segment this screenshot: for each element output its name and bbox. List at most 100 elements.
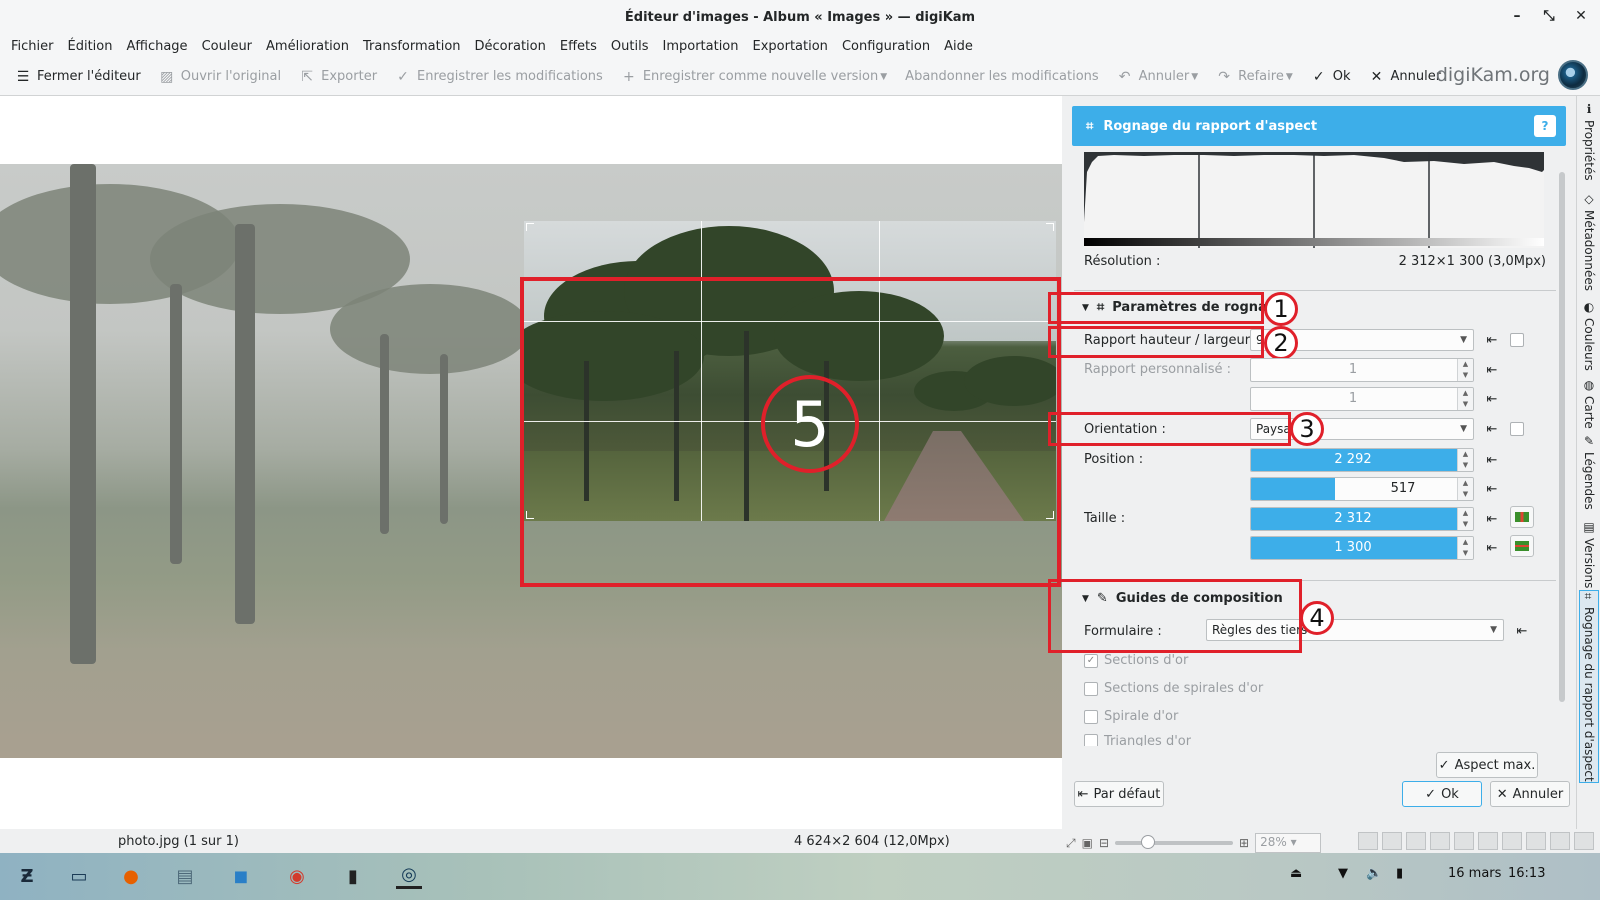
- spin-arrows-icon[interactable]: ▲ ▼: [1457, 537, 1473, 559]
- preview-mode-icon[interactable]: [1478, 832, 1498, 850]
- preview-mode-icon[interactable]: [1406, 832, 1426, 850]
- reset-icon[interactable]: ⇤: [1484, 362, 1500, 378]
- spin-arrows-icon[interactable]: ▲ ▼: [1457, 508, 1473, 530]
- file-manager-icon[interactable]: ▤: [172, 863, 198, 889]
- window-switcher-icon[interactable]: ▭: [66, 863, 92, 889]
- zoom-100-icon[interactable]: ▣: [1082, 836, 1093, 850]
- menu-importation[interactable]: Importation: [655, 39, 745, 54]
- export-button[interactable]: ⇱ Exporter: [290, 69, 386, 85]
- reset-icon[interactable]: ⇤: [1484, 391, 1500, 407]
- discard-changes-button[interactable]: Abandonner les modifications: [896, 69, 1107, 84]
- tray-expand-icon[interactable]: ⏏: [1290, 866, 1302, 881]
- menu-edition[interactable]: Édition: [61, 39, 120, 54]
- menu-couleur[interactable]: Couleur: [195, 39, 259, 54]
- center-height-button[interactable]: [1510, 535, 1534, 557]
- battery-icon[interactable]: ▮: [1396, 866, 1403, 881]
- spin-arrows-icon[interactable]: ▲ ▼: [1457, 359, 1473, 381]
- preserve-ratio-checkbox[interactable]: [1510, 333, 1524, 347]
- zoom-slider-handle[interactable]: [1141, 835, 1156, 849]
- spin-arrows-icon[interactable]: ▲ ▼: [1457, 478, 1473, 500]
- clock-time[interactable]: 16:13: [1508, 866, 1545, 881]
- minimize-icon[interactable]: –: [1508, 8, 1526, 24]
- menu-aide[interactable]: Aide: [937, 39, 980, 54]
- center-width-button[interactable]: [1510, 506, 1534, 528]
- menu-decoration[interactable]: Décoration: [468, 39, 553, 54]
- size-height-input[interactable]: 1 300 ▲ ▼: [1250, 536, 1474, 560]
- spin-arrows-icon[interactable]: ▲ ▼: [1457, 449, 1473, 471]
- toolbar-ok-button[interactable]: ✓ Ok: [1302, 69, 1360, 85]
- menu-fichier[interactable]: Fichier: [4, 39, 61, 54]
- crop-handle[interactable]: [1046, 223, 1054, 231]
- tab-properties[interactable]: ℹ Propriétés: [1579, 102, 1599, 181]
- preview-mode-icon[interactable]: [1430, 832, 1450, 850]
- auto-orientation-checkbox[interactable]: [1510, 422, 1524, 436]
- open-original-button[interactable]: ▨ Ouvrir l'original: [150, 69, 290, 85]
- image-canvas[interactable]: 5: [0, 96, 1062, 829]
- panel-scrollbar[interactable]: [1557, 152, 1567, 762]
- fit-window-icon[interactable]: ⤢: [1066, 836, 1076, 851]
- network-icon[interactable]: ▼: [1338, 866, 1348, 881]
- reset-icon[interactable]: ⇤: [1484, 481, 1500, 497]
- preview-mode-icon[interactable]: [1358, 832, 1378, 850]
- golden-sections-row[interactable]: ✓ Sections d'or: [1084, 653, 1188, 668]
- chrome-icon[interactable]: ◉: [284, 863, 310, 889]
- menu-outils[interactable]: Outils: [604, 39, 656, 54]
- save-changes-button[interactable]: ✓ Enregistrer les modifications: [386, 69, 612, 85]
- save-new-version-button[interactable]: + Enregistrer comme nouvelle version ▼: [612, 69, 896, 85]
- golden-spiral-sections-row[interactable]: Sections de spirales d'or: [1084, 681, 1263, 696]
- software-store-icon[interactable]: ◼: [228, 863, 254, 889]
- tab-captions[interactable]: ✎ Légendes: [1579, 434, 1599, 510]
- spin-arrows-icon[interactable]: ▲ ▼: [1457, 388, 1473, 410]
- preview-mode-icon[interactable]: [1454, 832, 1474, 850]
- custom-ratio-width[interactable]: 1 ▲ ▼: [1250, 358, 1474, 382]
- digikam-brand[interactable]: digiKam.org: [1436, 60, 1588, 90]
- reset-icon[interactable]: ⇤: [1514, 623, 1530, 639]
- cancel-button[interactable]: ✕ Annuler: [1490, 781, 1570, 807]
- menu-effets[interactable]: Effets: [553, 39, 604, 54]
- golden-sections-checkbox[interactable]: ✓: [1084, 653, 1098, 668]
- reset-icon[interactable]: ⇤: [1484, 511, 1500, 527]
- tab-colors[interactable]: ◐ Couleurs: [1579, 300, 1599, 371]
- color-managed-icon[interactable]: [1574, 832, 1594, 850]
- zoom-level-select[interactable]: 28% ▾: [1255, 833, 1322, 853]
- menu-affichage[interactable]: Affichage: [119, 39, 194, 54]
- tab-map[interactable]: ◍ Carte: [1579, 378, 1599, 429]
- app-launcher-icon[interactable]: Ƶ: [14, 863, 40, 889]
- size-width-input[interactable]: 2 312 ▲ ▼: [1250, 507, 1474, 531]
- zoom-out-icon[interactable]: ⊟: [1099, 836, 1109, 850]
- position-x-input[interactable]: 2 292 ▲ ▼: [1250, 448, 1474, 472]
- overexposure-icon[interactable]: [1550, 832, 1570, 850]
- firefox-icon[interactable]: ●: [118, 863, 144, 889]
- menu-amelioration[interactable]: Amélioration: [259, 39, 356, 54]
- preview-mode-icon[interactable]: [1382, 832, 1402, 850]
- menu-transformation[interactable]: Transformation: [356, 39, 468, 54]
- volume-icon[interactable]: 🔈: [1366, 866, 1382, 881]
- help-icon[interactable]: ?: [1534, 115, 1556, 137]
- reset-icon[interactable]: ⇤: [1484, 452, 1500, 468]
- undo-dropdown-icon[interactable]: ▼: [1191, 72, 1198, 82]
- redo-dropdown-icon[interactable]: ▼: [1286, 72, 1293, 82]
- tab-aspect-ratio-crop[interactable]: ⌗ Rognage du rapport d'aspect: [1579, 590, 1599, 783]
- default-button[interactable]: ⇤ Par défaut: [1074, 781, 1164, 807]
- max-aspect-button[interactable]: ✓ Aspect max.: [1436, 752, 1538, 778]
- ok-button[interactable]: ✓ Ok: [1402, 781, 1482, 807]
- dropdown-arrow-icon[interactable]: ▼: [880, 72, 887, 82]
- preview-mode-icon[interactable]: [1502, 832, 1522, 850]
- golden-triangles-checkbox[interactable]: [1084, 734, 1098, 746]
- golden-spiral-row[interactable]: Spirale d'or: [1084, 709, 1178, 724]
- tab-metadata[interactable]: ◇ Métadonnées: [1579, 192, 1599, 291]
- close-window-icon[interactable]: ✕: [1572, 8, 1590, 24]
- maximize-icon[interactable]: ⤡: [1540, 8, 1558, 24]
- zoom-slider[interactable]: [1115, 835, 1234, 849]
- redo-button[interactable]: ↷ Refaire ▼: [1207, 69, 1302, 85]
- reset-icon[interactable]: ⇤: [1484, 421, 1500, 437]
- golden-triangles-row[interactable]: Triangles d'or: [1084, 734, 1191, 746]
- menu-exportation[interactable]: Exportation: [746, 39, 835, 54]
- position-y-input[interactable]: 517 ▲ ▼: [1250, 477, 1474, 501]
- scrollbar-thumb[interactable]: [1559, 172, 1565, 702]
- close-editor-button[interactable]: ☰ Fermer l'éditeur: [6, 69, 150, 85]
- golden-spiral-sections-checkbox[interactable]: [1084, 681, 1098, 696]
- golden-spiral-checkbox[interactable]: [1084, 709, 1098, 724]
- zoom-in-icon[interactable]: ⊞: [1239, 836, 1249, 850]
- reset-icon[interactable]: ⇤: [1484, 332, 1500, 348]
